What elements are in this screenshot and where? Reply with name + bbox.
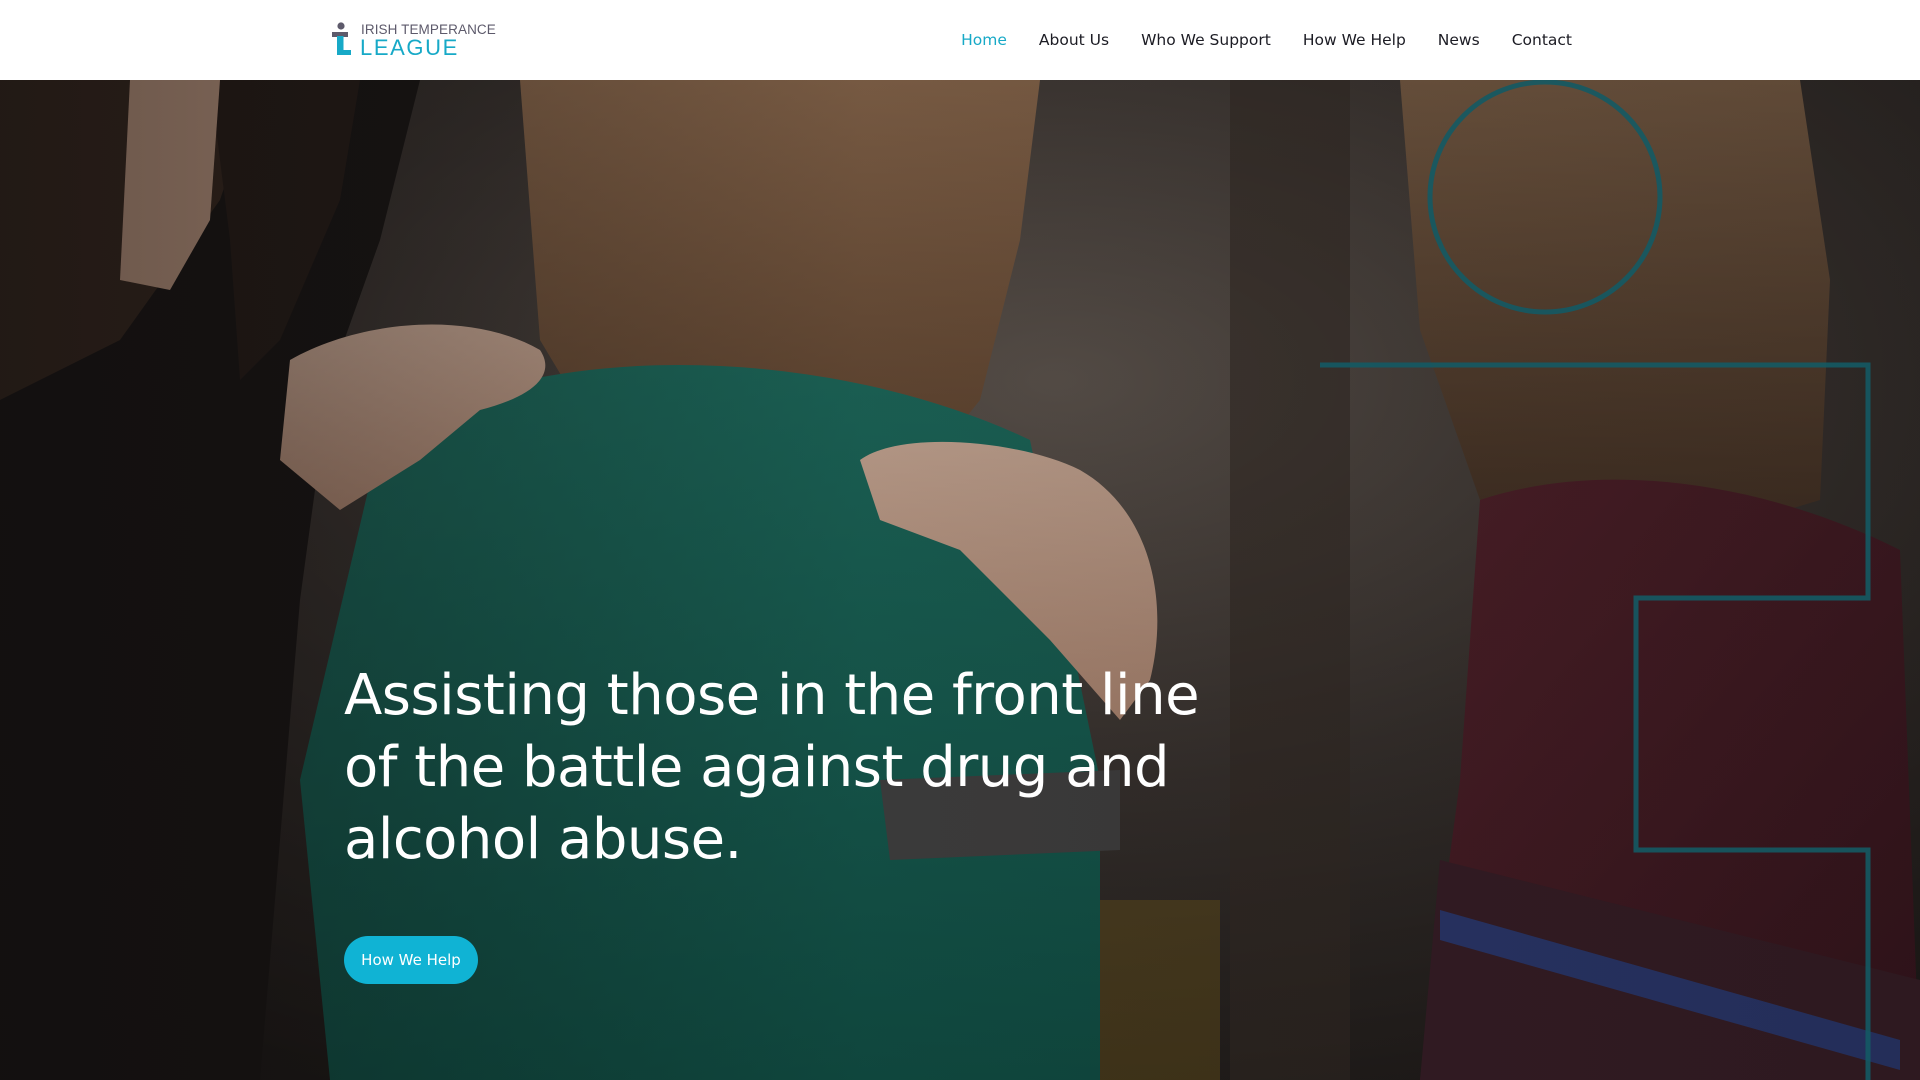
nav-item-who-we-support[interactable]: Who We Support	[1141, 31, 1271, 49]
hero-heading: Assisting those in the front line of the…	[344, 663, 1200, 872]
main-nav: Home About Us Who We Support How We Help…	[961, 29, 1572, 51]
nav-item-news[interactable]: News	[1438, 31, 1480, 49]
how-we-help-button[interactable]: How We Help	[344, 936, 478, 984]
nav-item-how-we-help[interactable]: How We Help	[1303, 31, 1406, 49]
nav-item-home[interactable]: Home	[961, 31, 1007, 49]
person-logo-icon	[332, 22, 351, 55]
site-logo[interactable]: IRISH TEMPERANCE LEAGUE	[330, 20, 500, 60]
logo-text-line2: LEAGUE	[360, 35, 459, 60]
nav-item-contact[interactable]: Contact	[1512, 31, 1572, 49]
nav-item-about-us[interactable]: About Us	[1039, 31, 1109, 49]
hero-section: Assisting those in the front line of the…	[0, 80, 1920, 1080]
decorative-lines	[1320, 80, 1871, 1080]
site-header: IRISH TEMPERANCE LEAGUE Home About Us Wh…	[0, 0, 1920, 80]
